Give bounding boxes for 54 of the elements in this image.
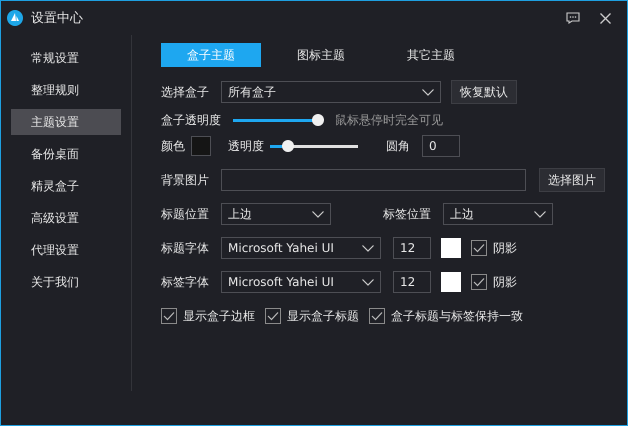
checkbox[interactable] bbox=[471, 274, 487, 290]
font-dropdown[interactable]: Microsoft Yahei UI bbox=[221, 271, 381, 293]
chevron-icon bbox=[362, 278, 374, 286]
sidebar-item[interactable]: 主题设置 bbox=[11, 109, 121, 135]
field-label: 颜色 bbox=[161, 138, 186, 154]
sidebar-item[interactable]: 整理规则 bbox=[11, 77, 121, 103]
checkbox[interactable] bbox=[471, 240, 487, 256]
chevron-icon bbox=[422, 88, 434, 96]
field-label: 标题位置 bbox=[161, 206, 210, 222]
sidebar-item[interactable]: 关于我们 bbox=[11, 269, 121, 295]
sidebar-item[interactable]: 精灵盒子 bbox=[11, 173, 121, 199]
color-swatch[interactable] bbox=[441, 272, 461, 292]
chevron-icon bbox=[312, 210, 324, 218]
checkbox-label: 显示盒子边框 bbox=[183, 308, 255, 324]
checkbox[interactable] bbox=[161, 308, 177, 324]
window-title: 设置中心 bbox=[31, 10, 83, 27]
hint-text: 鼠标悬停时完全可见 bbox=[335, 112, 443, 128]
dropdown[interactable]: 上边 bbox=[443, 203, 553, 225]
checkbox[interactable] bbox=[265, 308, 281, 324]
color-swatch[interactable] bbox=[191, 136, 211, 156]
font-size-field[interactable]: 12 bbox=[393, 271, 431, 293]
field-label: 标签字体 bbox=[161, 274, 210, 290]
close-icon[interactable] bbox=[600, 12, 611, 24]
chevron-icon bbox=[534, 210, 546, 218]
tab[interactable]: 其它主题 bbox=[381, 43, 481, 67]
field-label: 盒子透明度 bbox=[161, 112, 221, 128]
image-path-field[interactable] bbox=[221, 169, 526, 191]
checkbox-label: 阴影 bbox=[493, 240, 517, 256]
field-label: 透明度 bbox=[228, 138, 264, 154]
checkbox-label: 盒子标题与标签保持一致 bbox=[391, 308, 523, 324]
field-label: 标题字体 bbox=[161, 240, 210, 256]
choose-image-button[interactable]: 选择图片 bbox=[539, 168, 605, 192]
font-size-field[interactable]: 12 bbox=[393, 237, 431, 259]
sidebar-item[interactable]: 常规设置 bbox=[11, 45, 121, 71]
feedback-icon[interactable] bbox=[566, 12, 580, 24]
sidebar-item[interactable]: 代理设置 bbox=[11, 237, 121, 263]
field-label: 圆角 bbox=[386, 138, 410, 154]
tab[interactable]: 图标主题 bbox=[271, 43, 371, 67]
dropdown[interactable]: 所有盒子 bbox=[221, 81, 441, 103]
chevron-icon bbox=[362, 244, 374, 252]
field-label: 选择盒子 bbox=[161, 84, 210, 100]
color-swatch[interactable] bbox=[441, 238, 461, 258]
radius-field[interactable]: 0 bbox=[422, 135, 460, 157]
font-dropdown[interactable]: Microsoft Yahei UI bbox=[221, 237, 381, 259]
app-logo-icon bbox=[7, 10, 23, 26]
checkbox-label: 显示盒子标题 bbox=[287, 308, 359, 324]
field-label: 标签位置 bbox=[383, 206, 432, 222]
checkbox[interactable] bbox=[369, 308, 385, 324]
field-label: 背景图片 bbox=[161, 172, 210, 188]
dropdown[interactable]: 上边 bbox=[221, 203, 331, 225]
sidebar-item[interactable]: 高级设置 bbox=[11, 205, 121, 231]
checkbox-label: 阴影 bbox=[493, 274, 517, 290]
restore-default-button[interactable]: 恢复默认 bbox=[451, 80, 517, 104]
sidebar-item[interactable]: 备份桌面 bbox=[11, 141, 121, 167]
